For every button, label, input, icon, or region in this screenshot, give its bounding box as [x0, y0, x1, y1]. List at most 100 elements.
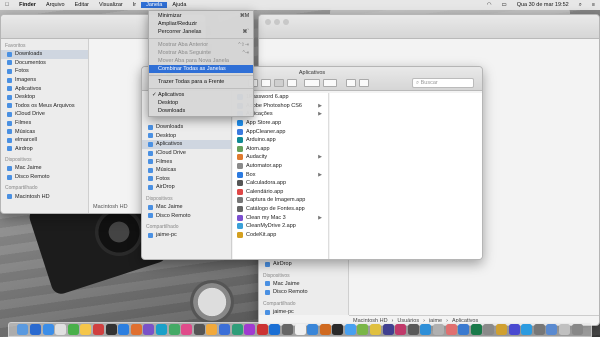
dock-app-icon[interactable]	[558, 324, 570, 335]
menu-item-aplicativos[interactable]: ✓ Aplicativos	[149, 91, 253, 99]
sidebar-item-airdrop[interactable]: AirDrop	[142, 183, 231, 192]
sidebar-item-mac-jaime[interactable]: Mac Jaime	[142, 203, 231, 212]
sidebar-item-airdrop[interactable]: AirDrop	[259, 260, 348, 269]
sidebar-item-fotos[interactable]: Fotos	[142, 175, 231, 184]
sidebar-item-disco-remoto[interactable]: Disco Remoto	[259, 288, 348, 297]
dock-app-icon[interactable]	[357, 324, 369, 335]
dock-app-icon[interactable]	[533, 324, 545, 335]
sidebar-item-aplicativos[interactable]: Aplicativos	[1, 84, 88, 93]
wifi-icon[interactable]: ◠	[482, 2, 497, 9]
menu-finder[interactable]: Finder	[14, 2, 41, 8]
dock-app-icon[interactable]	[168, 324, 180, 335]
menu-clock[interactable]: Qua 30 de mar 19:52	[512, 2, 574, 9]
menu-item-ampliar-reduzir[interactable]: Ampliar/Reduzir	[149, 20, 253, 28]
dock-app-icon[interactable]	[382, 324, 394, 335]
menu-item-trazer-todas-para-a-frente[interactable]: Trazer Todas para a Frente	[149, 78, 253, 86]
menu-editar[interactable]: Editar	[70, 2, 94, 8]
dock-app-icon[interactable]	[244, 324, 256, 335]
dock-app-icon[interactable]	[218, 324, 230, 335]
dock-app-icon[interactable]	[483, 324, 495, 335]
close-button[interactable]	[265, 19, 271, 25]
dock-app-icon[interactable]	[181, 324, 193, 335]
list-item[interactable]: Calendário.app	[233, 188, 328, 197]
dock-app-icon[interactable]	[231, 324, 243, 335]
dock-app-icon[interactable]	[30, 324, 42, 335]
menu-ir[interactable]: Ir	[128, 2, 141, 8]
sidebar-item-musicas[interactable]: Músicas	[142, 166, 231, 175]
sidebar-item-desktop[interactable]: Desktop	[142, 132, 231, 141]
sidebar-item-disco-remoto[interactable]: Disco Remoto	[1, 173, 88, 182]
sidebar-item-fotos[interactable]: Fotos	[1, 67, 88, 76]
sidebar-item-elmarcell[interactable]: elmarcell	[1, 136, 88, 145]
dock-app-icon[interactable]	[105, 324, 117, 335]
dock-app-icon[interactable]	[470, 324, 482, 335]
sidebar-item-mac-jaime[interactable]: Mac Jaime	[1, 164, 88, 173]
arrange-button[interactable]	[304, 79, 320, 87]
list-item[interactable]: Captura de Imagem.app	[233, 196, 328, 205]
list-item[interactable]: Clean my Mac 3 ▶	[233, 213, 328, 222]
dock-app-icon[interactable]	[42, 324, 54, 335]
dock-app-icon[interactable]	[193, 324, 205, 335]
view-coverflow-icon[interactable]	[287, 79, 297, 87]
list-item[interactable]: Automator.app	[233, 162, 328, 171]
list-item[interactable]: Catálogo de Fontes.app	[233, 205, 328, 214]
sidebar-item-mac-jaime[interactable]: Mac Jaime	[259, 280, 348, 289]
sidebar-item-desktop[interactable]: Desktop	[1, 93, 88, 102]
sidebar-item-airdrop[interactable]: Airdrop	[1, 145, 88, 154]
view-list-icon[interactable]	[261, 79, 271, 87]
list-item[interactable]: CodeKit.app	[233, 231, 328, 240]
dock-app-icon[interactable]	[143, 324, 155, 335]
dock-app-icon[interactable]	[130, 324, 142, 335]
dock-app-icon[interactable]	[332, 324, 344, 335]
menu-item-minimizar[interactable]: Minimizar ⌘M	[149, 12, 253, 20]
search-icon[interactable]: ⌕	[574, 2, 587, 9]
dock-app-icon[interactable]	[93, 324, 104, 335]
dock-app-icon[interactable]	[571, 324, 583, 335]
list-item[interactable]: Calculadora.app	[233, 179, 328, 188]
dock-app-icon[interactable]	[118, 324, 130, 335]
sidebar-item-aplicativos[interactable]: Aplicativos	[142, 140, 231, 149]
dock-app-icon[interactable]	[420, 324, 432, 335]
list-item[interactable]: Audacity ▶	[233, 153, 328, 162]
share-button[interactable]	[346, 79, 356, 87]
menu-item-combinar-todas-as-janelas[interactable]: Combinar Todas as Janelas	[149, 65, 253, 73]
dock-app-icon[interactable]	[496, 324, 507, 335]
dock-app-icon[interactable]	[67, 324, 79, 335]
list-item[interactable]: Arduino.app	[233, 136, 328, 145]
sidebar-item-macintosh-hd[interactable]: Macintosh HD	[1, 192, 88, 201]
menu-visualizar[interactable]: Visualizar	[94, 2, 128, 8]
sidebar-item-todos-os-meus-arquivos[interactable]: Todos os Meus Arquivos	[1, 102, 88, 111]
sidebar-item-jaime-pc[interactable]: jaime-pc	[259, 308, 348, 317]
sidebar-item-filmes[interactable]: Filmes	[1, 119, 88, 128]
minimize-button[interactable]	[274, 19, 280, 25]
dock-app-icon[interactable]	[17, 324, 29, 335]
zoom-button[interactable]	[283, 19, 289, 25]
menu-ajuda[interactable]: Ajuda	[167, 2, 191, 8]
menu-janela[interactable]: Janela	[141, 2, 168, 8]
dock-app-icon[interactable]	[344, 324, 356, 335]
battery-icon[interactable]: ▭	[497, 2, 512, 9]
menu-arquivo[interactable]: Arquivo	[41, 2, 70, 8]
dock-app-icon[interactable]	[269, 324, 281, 335]
dock-app-icon[interactable]	[206, 324, 218, 335]
list-item[interactable]: CleanMyDrive 2.app	[233, 222, 328, 231]
dock-app-icon[interactable]	[80, 324, 92, 335]
sidebar-item-musicas[interactable]: Músicas	[1, 127, 88, 136]
sidebar-item-icloud-drive[interactable]: iCloud Drive	[142, 149, 231, 158]
sidebar-item-filmes[interactable]: Filmes	[142, 157, 231, 166]
list-item[interactable]: App Store.app	[233, 119, 328, 128]
dock-app-icon[interactable]	[307, 324, 319, 335]
menu-item-percorrer-janelas[interactable]: Percorrer Janelas ⌘`	[149, 28, 253, 36]
dock-app-icon[interactable]	[458, 324, 470, 335]
list-item[interactable]: Box ▶	[233, 170, 328, 179]
sidebar-item-downloads[interactable]: Downloads	[142, 123, 231, 132]
search-field[interactable]: ⌕ Buscar	[412, 78, 474, 88]
tags-button[interactable]	[359, 79, 369, 87]
sidebar-item-icloud-drive[interactable]: iCloud Drive	[1, 110, 88, 119]
dock-app-icon[interactable]	[256, 324, 268, 335]
action-gear-icon[interactable]	[323, 79, 337, 87]
dock-app-icon[interactable]	[508, 324, 520, 335]
dock-app-icon[interactable]	[319, 324, 331, 335]
dock-app-icon[interactable]	[395, 324, 407, 335]
sidebar-item-imagens[interactable]: Imagens	[1, 76, 88, 85]
